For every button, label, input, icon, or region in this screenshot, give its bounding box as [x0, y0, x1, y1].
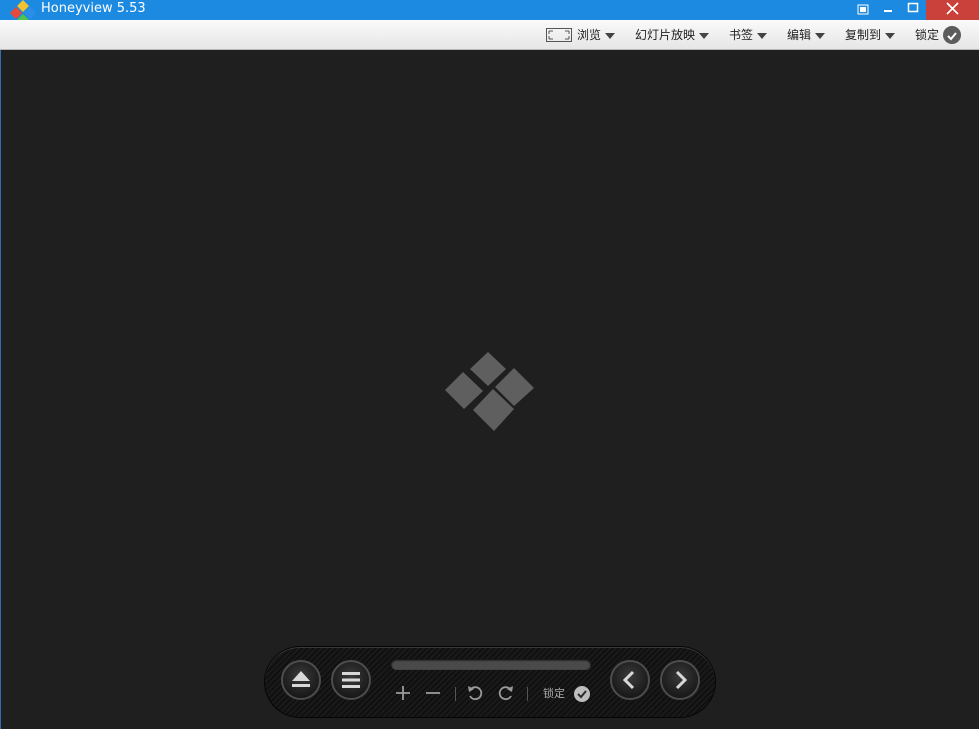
maximize-icon [907, 2, 919, 13]
lock-toggle[interactable] [574, 686, 590, 702]
menu-edit[interactable]: 编辑 [787, 20, 826, 50]
close-icon [946, 2, 959, 15]
menu-browse[interactable]: 浏览 [577, 20, 616, 50]
chevron-down-icon [757, 32, 768, 39]
menu-copy-to[interactable]: 复制到 [845, 20, 896, 50]
control-panel: 锁定 [265, 647, 715, 717]
eject-icon [292, 671, 310, 687]
hamburger-icon [342, 672, 360, 688]
chevron-right-icon [675, 670, 688, 690]
eject-button[interactable] [281, 660, 321, 700]
progress-slider[interactable] [391, 659, 591, 670]
chevron-left-icon [622, 670, 635, 690]
menu-lock-label: 锁定 [915, 28, 940, 42]
window-title: Honeyview 5.53 [41, 1, 146, 16]
honeyview-logo-icon [445, 352, 534, 431]
maximize-button[interactable] [901, 0, 925, 20]
title-bar: Honeyview 5.53 [0, 0, 979, 22]
app-logo-icon [10, 0, 36, 22]
rotate-right-icon[interactable] [496, 683, 516, 703]
zoom-out-icon[interactable] [423, 683, 443, 703]
check-circle-icon [577, 690, 587, 699]
chevron-down-icon [699, 32, 710, 39]
chevron-down-icon [605, 32, 616, 39]
fullscreen-icon[interactable] [852, 0, 874, 20]
menu-browse-label: 浏览 [577, 28, 602, 42]
menu-lock-toggle[interactable]: 锁定 [915, 20, 962, 50]
fit-screen-icon[interactable] [546, 28, 572, 42]
chevron-down-icon [885, 32, 896, 39]
previous-button[interactable] [610, 660, 650, 700]
next-button[interactable] [660, 660, 700, 700]
separator [455, 687, 456, 701]
chevron-down-icon [815, 32, 826, 39]
close-button[interactable] [926, 0, 979, 20]
zoom-in-icon[interactable] [393, 683, 413, 703]
menu-button[interactable] [331, 660, 371, 700]
minimize-button[interactable] [876, 0, 900, 20]
menu-bar: 浏览 幻灯片放映 书签 编辑 复制到 锁定 [0, 20, 979, 50]
lock-label: 锁定 [543, 687, 565, 700]
window-edge [0, 50, 1, 729]
menu-edit-label: 编辑 [787, 28, 812, 42]
rotate-left-icon[interactable] [465, 683, 485, 703]
minimize-icon [884, 10, 892, 12]
menu-slideshow-label: 幻灯片放映 [635, 28, 696, 42]
menu-bookmarks[interactable]: 书签 [729, 20, 768, 50]
menu-bookmarks-label: 书签 [729, 28, 754, 42]
menu-slideshow[interactable]: 幻灯片放映 [635, 20, 710, 50]
menu-copy-to-label: 复制到 [845, 28, 882, 42]
separator [527, 687, 528, 701]
check-circle-icon [943, 25, 962, 44]
